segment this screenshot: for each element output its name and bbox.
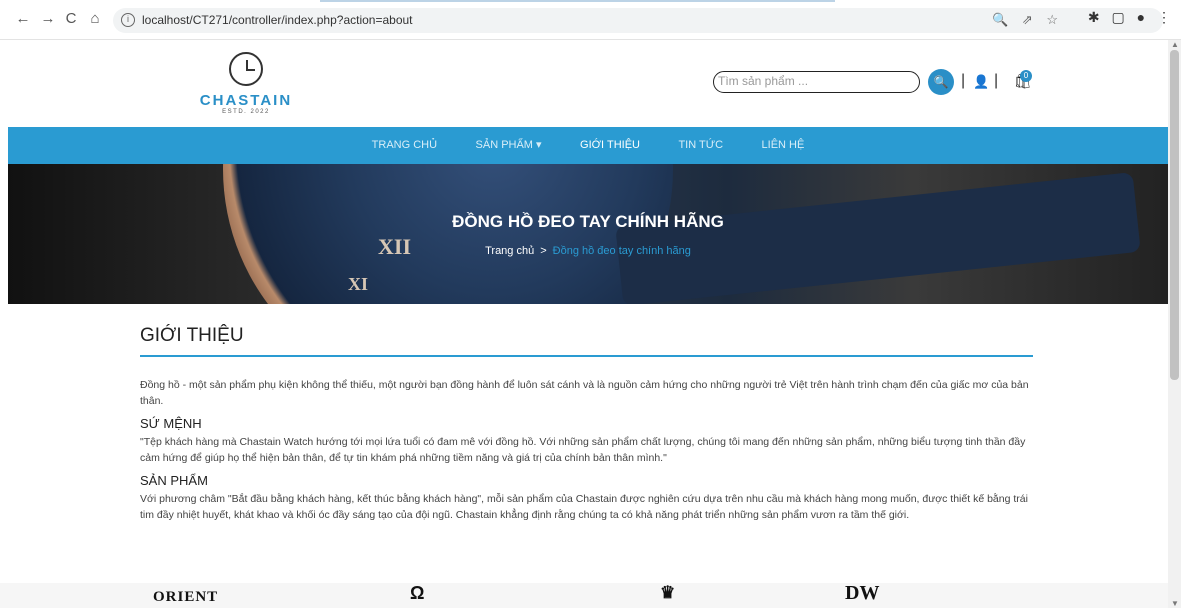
site-info-icon[interactable]: i xyxy=(121,13,135,27)
breadcrumb-current: Đồng hồ đeo tay chính hãng xyxy=(552,245,691,257)
brand-logo-dw[interactable]: DW xyxy=(845,582,879,605)
bookmark-star-icon[interactable]: ☆ xyxy=(1046,12,1058,27)
menu-item-news[interactable]: TIN TỨC xyxy=(678,127,723,164)
watch-numeral: XI xyxy=(348,274,369,294)
forward-button[interactable]: → xyxy=(40,11,56,27)
page-scrollbar[interactable]: ▲ ▼ xyxy=(1168,40,1181,608)
main-menu: TRANG CHỦ SẢN PHẨM ▾ GIỚI THIỆU TIN TỨC … xyxy=(8,127,1168,164)
tab-indicator xyxy=(320,0,835,2)
watch-image xyxy=(223,164,673,304)
user-icon[interactable]: 👤 xyxy=(973,74,989,90)
breadcrumb-separator: > xyxy=(540,245,547,257)
brand-logos-strip: ORIENT Ω ♛ DW xyxy=(0,582,1168,608)
brand-logo-omega[interactable]: Ω xyxy=(410,583,424,604)
search-input[interactable]: Tìm sản phẩm ... xyxy=(713,71,920,93)
breadcrumb-home-link[interactable]: Trang chủ xyxy=(485,245,534,257)
sidepanel-icon[interactable]: ▢ xyxy=(1112,9,1125,25)
about-section: GIỚI THIỆU Đồng hồ - một sản phẩm phụ ki… xyxy=(140,325,1033,523)
search-icon: 🔍 xyxy=(933,75,949,89)
intro-paragraph: Đồng hồ - một sản phẩm phụ kiện không th… xyxy=(140,379,1029,407)
header-separator: | xyxy=(961,72,966,89)
scroll-down-arrow[interactable]: ▼ xyxy=(1171,599,1179,608)
zoom-icon[interactable]: 🔍 xyxy=(992,12,1008,27)
scroll-up-arrow[interactable]: ▲ xyxy=(1171,40,1179,49)
product-heading: SẢN PHẨM xyxy=(140,473,208,488)
brand-logo-rolex[interactable]: ♛ xyxy=(660,583,675,603)
page-title: GIỚI THIỆU xyxy=(140,325,1033,357)
browser-menu-icon[interactable]: ⋮ xyxy=(1157,9,1171,25)
menu-item-contact[interactable]: LIÊN HỆ xyxy=(762,127,805,164)
watch-strap-image xyxy=(615,172,1141,304)
header-separator: | xyxy=(994,72,999,89)
mission-heading: SỨ MỆNH xyxy=(140,416,202,431)
home-button[interactable]: ⌂ xyxy=(87,11,103,27)
clock-logo-icon xyxy=(229,52,263,86)
address-bar[interactable]: i localhost/CT271/controller/index.php?a… xyxy=(113,8,1163,33)
reload-button[interactable]: C xyxy=(63,11,79,27)
brand-logo-orient[interactable]: ORIENT xyxy=(153,589,218,606)
hero-banner: XII XI ĐỒNG HỒ ĐEO TAY CHÍNH HÃNG Trang … xyxy=(8,164,1168,304)
share-icon[interactable]: ⇗ xyxy=(1022,12,1033,27)
breadcrumb: Trang chủ > Đồng hồ đeo tay chính hãng xyxy=(8,245,1168,257)
menu-item-products[interactable]: SẢN PHẨM ▾ xyxy=(476,127,542,164)
profile-avatar[interactable]: ● xyxy=(1137,9,1145,25)
logo-name: CHASTAIN xyxy=(199,92,293,109)
search-button[interactable]: 🔍 xyxy=(928,69,954,95)
page-viewport: CHASTAIN ESTD. 2022 Tìm sản phẩm ... 🔍 |… xyxy=(0,40,1168,608)
extension-icons: ✱ ▢ ● ⋮ xyxy=(1088,9,1171,26)
address-bar-actions: 🔍 ⇗ ☆ xyxy=(982,12,1058,28)
url-text[interactable]: localhost/CT271/controller/index.php?act… xyxy=(142,13,413,27)
browser-toolbar: ← → C ⌂ i localhost/CT271/controller/ind… xyxy=(0,0,1181,40)
back-button[interactable]: ← xyxy=(15,11,31,27)
site-logo[interactable]: CHASTAIN ESTD. 2022 xyxy=(196,52,296,115)
logo-subtitle: ESTD. 2022 xyxy=(222,109,270,115)
cart-count-badge: 0 xyxy=(1020,70,1032,82)
menu-item-about[interactable]: GIỚI THIỆU xyxy=(580,127,640,164)
product-paragraph: Với phương châm "Bắt đầu bằng khách hàng… xyxy=(140,493,1028,521)
menu-item-home[interactable]: TRANG CHỦ xyxy=(372,127,437,164)
banner-title: ĐỒNG HỒ ĐEO TAY CHÍNH HÃNG xyxy=(452,212,724,231)
scroll-thumb[interactable] xyxy=(1170,50,1179,380)
mission-paragraph: "Tệp khách hàng mà Chastain Watch hướng … xyxy=(140,436,1026,464)
extensions-icon[interactable]: ✱ xyxy=(1088,9,1100,25)
